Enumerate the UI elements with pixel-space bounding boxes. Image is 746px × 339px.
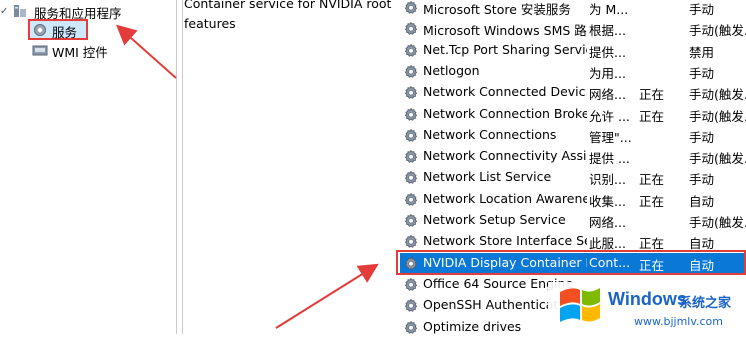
- service-startup-type: 手动(触发...: [689, 151, 746, 167]
- service-row[interactable]: Network Connections 管理"... 手动: [400, 125, 746, 146]
- service-name: NVIDIA Display Container LS: [423, 254, 587, 270]
- service-gear-icon: [403, 107, 419, 123]
- service-name: Net.Tcp Port Sharing Service: [423, 41, 587, 57]
- service-startup-type: 手动: [689, 129, 715, 145]
- service-gear-icon: [403, 0, 419, 16]
- windows-logo-icon: [558, 286, 602, 329]
- watermark-subtitle: 系统之家: [679, 296, 732, 311]
- service-row[interactable]: Network Store Interface Se... 此服... 正在 自动: [400, 231, 746, 252]
- service-description-cell: 管理"...: [589, 129, 632, 145]
- service-gear-icon: [403, 85, 419, 101]
- service-gear-icon: [403, 320, 419, 336]
- service-row[interactable]: NVIDIA Display Container LS Cont... 正在 自动: [400, 252, 746, 274]
- service-name: Network Connected Devic...: [423, 84, 587, 100]
- service-gear-icon: [403, 277, 419, 293]
- pane-divider-inner: [182, 0, 183, 334]
- service-description-cell: 此服...: [589, 236, 626, 252]
- service-startup-type: 手动: [689, 65, 715, 81]
- service-name: Microsoft Store 安装服务: [423, 2, 571, 17]
- gear-icon: [32, 22, 48, 38]
- service-name: Network List Service: [423, 169, 552, 185]
- service-row[interactable]: Microsoft Store 安装服务 为 M... 手动: [400, 0, 746, 18]
- service-name: Network Setup Service: [423, 212, 566, 227]
- service-name: Network Connection Broker: [423, 105, 587, 121]
- service-description-cell: 提供...: [589, 44, 626, 60]
- navigation-tree: ✓ 服务和应用程序 服务 WMI 控件: [0, 0, 176, 334]
- service-row[interactable]: Network Setup Service 网络... 手动(触发...: [400, 210, 746, 231]
- service-description-cell: 收集...: [589, 193, 626, 209]
- service-name: Network Connectivity Assis...: [423, 148, 587, 164]
- service-description-cell: 为用...: [589, 65, 626, 81]
- service-status: 正在: [639, 257, 665, 273]
- service-startup-type: 自动: [689, 236, 715, 252]
- service-description-cell: 允许 ...: [589, 108, 630, 124]
- arrow-to-nvidia-row: [275, 263, 379, 329]
- service-description-cell: 网络...: [589, 215, 626, 230]
- service-description-cell: Cont...: [589, 254, 631, 270]
- service-startup-type: 手动(触发...: [689, 108, 746, 124]
- service-row[interactable]: Network Connectivity Assis... 提供 ... 手动(触发…: [400, 146, 746, 167]
- service-row[interactable]: Microsoft Windows SMS 路...根据... 手动(触发...: [400, 18, 746, 39]
- service-gear-icon: [403, 21, 419, 37]
- services-folder-icon: [12, 3, 28, 19]
- service-startup-type: 自动: [689, 257, 715, 273]
- service-startup-type: 自动: [689, 193, 715, 209]
- service-row[interactable]: Network Location Awarene 收集... 正在 自动: [400, 189, 746, 210]
- service-row[interactable]: Net.Tcp Port Sharing Service 提供... 禁用: [400, 40, 746, 61]
- watermark-title: Windows: [608, 289, 687, 309]
- service-gear-icon: [403, 256, 419, 272]
- service-description-cell: 为 M...: [589, 2, 629, 17]
- service-status: 正在: [639, 87, 665, 103]
- service-status: 正在: [639, 172, 665, 188]
- chevron-down-icon[interactable]: ✓: [0, 6, 8, 17]
- service-status: 正在: [639, 108, 665, 124]
- service-gear-icon: [403, 298, 419, 314]
- service-row[interactable]: Network Connection Broker允许 ... 正在 手动(触发..…: [400, 104, 746, 125]
- service-row[interactable]: Netlogon 为用... 手动: [400, 61, 746, 82]
- service-gear-icon: [403, 128, 419, 144]
- watermark: Windows 系统之家 www.bjjmlv.com: [548, 282, 746, 334]
- service-startup-type: 手动(触发...: [689, 87, 746, 103]
- service-row[interactable]: Network List Service 识别... 正在 手动: [400, 167, 746, 188]
- service-row[interactable]: Network Connected Devic...网络... 正在 手动(触发..…: [400, 82, 746, 103]
- service-gear-icon: [403, 213, 419, 229]
- service-description: Container service for NVIDIA root featur…: [184, 0, 394, 34]
- description-line: features: [184, 16, 236, 31]
- watermark-url: www.bjjmlv.com: [634, 315, 723, 328]
- service-description-cell: 网络...: [589, 87, 626, 103]
- service-gear-icon: [403, 149, 419, 165]
- service-startup-type: 手动: [689, 2, 715, 17]
- service-description-cell: 提供 ...: [589, 151, 630, 167]
- tree-item-wmi[interactable]: WMI 控件: [52, 42, 108, 61]
- description-line: Container service for NVIDIA root: [184, 0, 392, 11]
- pane-divider[interactable]: [176, 0, 177, 334]
- service-name: Network Store Interface Se...: [423, 233, 587, 249]
- service-startup-type: 禁用: [689, 44, 715, 60]
- service-status: 正在: [639, 193, 665, 209]
- tree-item-services[interactable]: 服务: [52, 22, 77, 41]
- service-description-cell: 根据...: [589, 23, 626, 39]
- service-gear-icon: [403, 192, 419, 208]
- service-gear-icon: [403, 170, 419, 186]
- service-gear-icon: [403, 64, 419, 80]
- service-status: 正在: [639, 236, 665, 252]
- service-name: Microsoft Windows SMS 路...: [423, 23, 587, 39]
- service-startup-type: 手动(触发...: [689, 23, 746, 39]
- service-startup-type: 手动: [689, 172, 715, 188]
- service-startup-type: 手动(触发...: [689, 215, 746, 230]
- service-gear-icon: [403, 234, 419, 250]
- service-name: Network Connections: [423, 126, 557, 142]
- service-gear-icon: [403, 43, 419, 59]
- service-name: Netlogon: [423, 62, 480, 78]
- wmi-icon: [32, 42, 48, 58]
- service-description-cell: 识别...: [589, 172, 626, 188]
- service-name: Network Location Awarene: [423, 190, 587, 206]
